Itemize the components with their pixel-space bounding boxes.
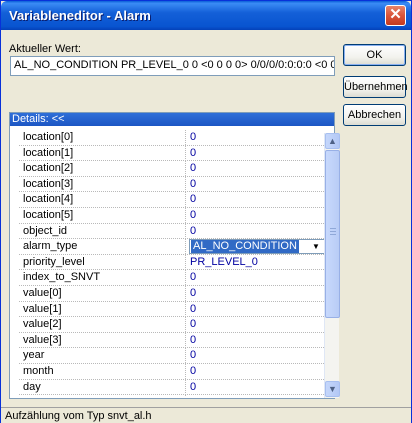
property-name: priority_level: [23, 255, 85, 268]
details-panel: Details: << location[0] 0 location[1] 0 loca…: [9, 112, 340, 399]
property-name: location[2]: [23, 162, 74, 175]
property-row[interactable]: value[2] 0: [19, 317, 326, 333]
property-row[interactable]: index_to_SNVT 0: [19, 270, 326, 286]
property-row[interactable]: value[0] 0: [19, 285, 326, 302]
property-row[interactable]: location[4] 0: [19, 192, 326, 208]
column-separator: [185, 145, 186, 161]
property-value[interactable]: 0: [190, 365, 322, 379]
property-name: value[2]: [23, 318, 62, 331]
property-name: day: [23, 380, 41, 393]
property-row[interactable]: value[1] 0: [19, 301, 326, 318]
cancel-button[interactable]: Abbrechen: [343, 104, 406, 126]
column-separator: [185, 285, 186, 301]
property-name: alarm_type: [23, 240, 78, 253]
property-row[interactable]: location[3] 0: [19, 176, 326, 193]
grip-line: [330, 234, 336, 235]
grip-line: [330, 231, 336, 232]
property-value[interactable]: 0: [190, 178, 322, 192]
dialog-window: Variableneditor - Alarm ✕ Aktueller Wert…: [0, 0, 412, 423]
current-value-field[interactable]: AL_NO_CONDITION PR_LEVEL_0 0 <0 0 0 0> 0…: [10, 56, 335, 76]
details-toggle[interactable]: Details: <<: [10, 113, 334, 126]
property-value[interactable]: 0: [190, 209, 322, 223]
column-separator: [185, 223, 186, 239]
property-name: location[0]: [23, 131, 74, 143]
column-separator: [185, 301, 186, 317]
property-name: month: [23, 364, 54, 377]
property-row[interactable]: day 0: [19, 379, 326, 396]
column-separator: [185, 254, 186, 270]
column-separator: [185, 395, 186, 396]
property-value[interactable]: PR_LEVEL_0: [190, 256, 322, 270]
column-separator: [185, 379, 186, 395]
property-row[interactable]: location[0] 0: [19, 130, 326, 146]
arrow-down-icon: ▼: [328, 384, 337, 394]
alarm-type-dropdown[interactable]: AL_NO_CONDITION ▼: [189, 239, 325, 255]
column-separator: [185, 332, 186, 348]
property-row[interactable]: object_id 0: [19, 223, 326, 240]
column-separator: [185, 207, 186, 223]
column-separator: [185, 176, 186, 192]
property-value[interactable]: 0: [190, 162, 322, 176]
column-separator: [185, 239, 186, 255]
scroll-up-button[interactable]: ▲: [325, 133, 340, 149]
property-value[interactable]: 0: [190, 303, 322, 317]
property-name: location[4]: [23, 193, 74, 206]
property-value[interactable]: 0: [190, 225, 322, 239]
property-name: location[1]: [23, 146, 74, 159]
property-name: value[3]: [23, 333, 62, 346]
scroll-down-button[interactable]: ▼: [325, 381, 340, 397]
property-value[interactable]: 0: [190, 318, 322, 332]
property-row[interactable]: value[3] 0: [19, 332, 326, 349]
status-bar: Aufzählung vom Typ snvt_al.h: [1, 407, 411, 423]
column-separator: [185, 130, 186, 145]
close-icon: ✕: [389, 6, 402, 23]
property-name: year: [23, 349, 45, 362]
property-row[interactable]: location[1] 0: [19, 145, 326, 162]
property-row[interactable]: alarm_type AL_NO_CONDITION ▼: [19, 239, 326, 255]
property-name: value[1]: [23, 302, 62, 315]
grip-line: [330, 228, 336, 229]
column-separator: [185, 270, 186, 286]
chevron-down-icon[interactable]: ▼: [309, 240, 323, 253]
close-button[interactable]: ✕: [385, 5, 406, 26]
ok-button[interactable]: OK: [343, 44, 406, 66]
window-title: Variableneditor - Alarm: [9, 8, 151, 23]
title-bar[interactable]: Variableneditor - Alarm ✕: [1, 1, 411, 30]
property-name: value[0]: [23, 286, 62, 299]
column-separator: [185, 161, 186, 177]
dropdown-selected-value: AL_NO_CONDITION: [191, 240, 299, 254]
apply-button[interactable]: Übernehmen: [343, 76, 408, 98]
vertical-scrollbar[interactable]: ▲ ▼: [324, 133, 340, 398]
column-separator: [185, 348, 186, 364]
column-separator: [185, 317, 186, 333]
property-name: index_to_SNVT: [23, 271, 101, 284]
property-value[interactable]: 0: [190, 271, 322, 285]
current-value-label: Aktueller Wert:: [9, 43, 81, 55]
scroll-thumb[interactable]: [325, 150, 340, 318]
property-value[interactable]: 0: [190, 193, 322, 207]
column-separator: [185, 363, 186, 379]
property-value[interactable]: 0: [190, 147, 322, 161]
property-name: location[3]: [23, 177, 74, 190]
arrow-up-icon: ▲: [328, 136, 337, 146]
property-row[interactable]: year 0: [19, 348, 326, 364]
property-value[interactable]: 0: [190, 334, 322, 348]
property-row[interactable]: hour0: [19, 395, 326, 396]
property-name: location[5]: [23, 208, 74, 221]
details-grid: location[0] 0 location[1] 0 location[2] 0 loca…: [19, 130, 326, 396]
property-row[interactable]: location[5] 0: [19, 207, 326, 224]
property-row[interactable]: location[2] 0: [19, 161, 326, 177]
column-separator: [185, 192, 186, 208]
property-value[interactable]: 0: [190, 349, 322, 363]
property-row[interactable]: month 0: [19, 363, 326, 380]
property-value[interactable]: 0: [190, 287, 322, 301]
property-name: object_id: [23, 224, 68, 237]
property-row[interactable]: priority_level PR_LEVEL_0: [19, 254, 326, 271]
property-value[interactable]: 0: [190, 381, 322, 395]
property-value[interactable]: 0: [190, 131, 322, 145]
